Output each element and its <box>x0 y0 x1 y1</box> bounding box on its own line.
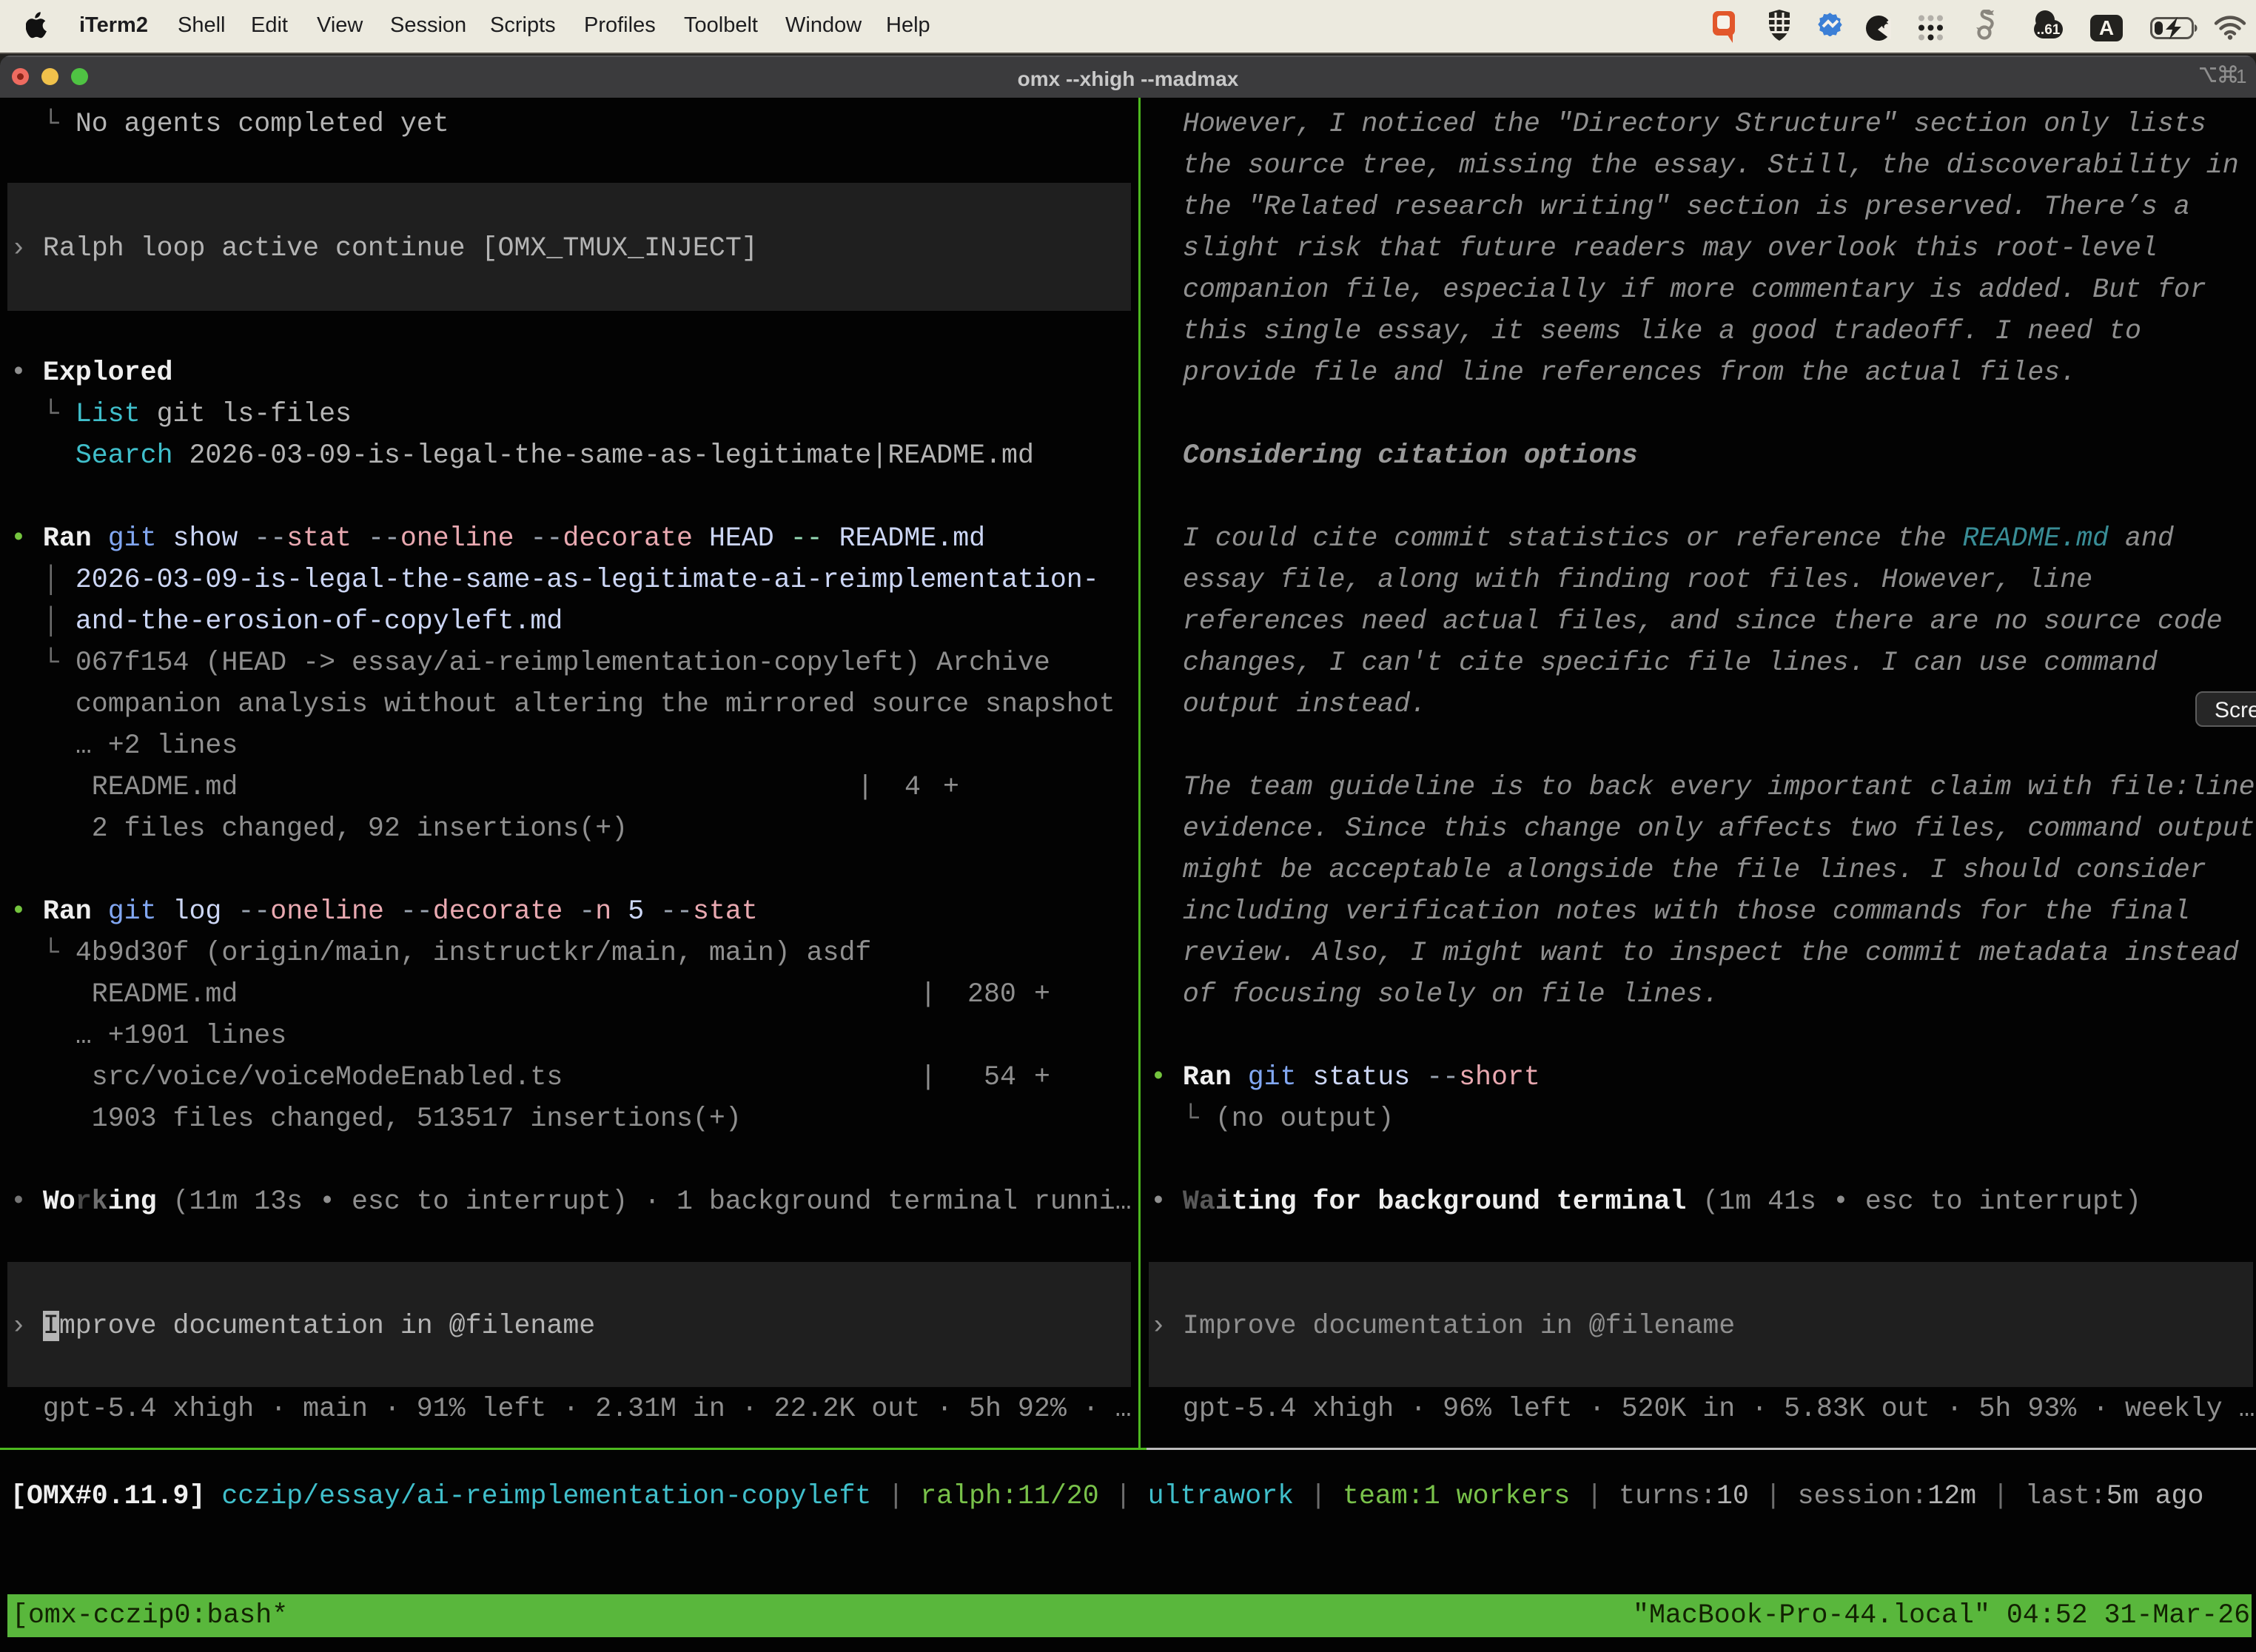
svg-text:..61: ..61 <box>2037 22 2061 38</box>
